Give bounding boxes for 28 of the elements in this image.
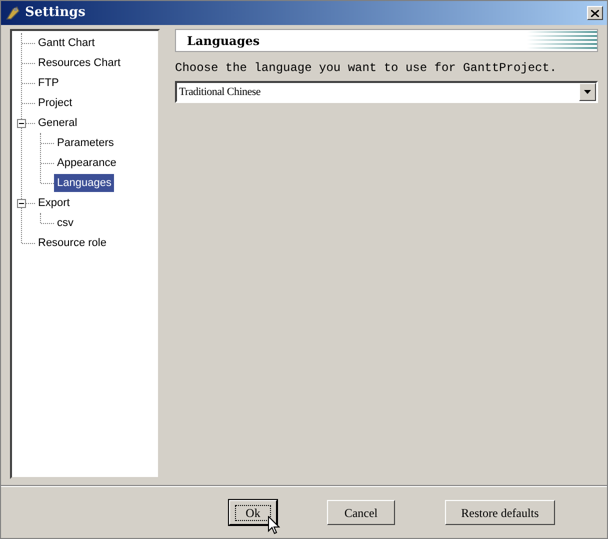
tree-item[interactable]: Export	[35, 194, 73, 212]
stripes-icon	[527, 30, 597, 51]
tree-item[interactable]: Appearance	[54, 154, 120, 172]
tree-item[interactable]: General	[35, 114, 80, 132]
tree-item[interactable]: csv	[54, 214, 76, 232]
dialog-button[interactable]: Restore defaults	[445, 500, 555, 525]
dialog-button[interactable]: Cancel	[327, 500, 395, 525]
caret-icon	[584, 90, 591, 94]
tree-item[interactable]: Languages	[54, 174, 114, 192]
panel-title: Languages	[187, 32, 260, 50]
tree-item[interactable]: Gantt Chart	[35, 34, 98, 52]
tree-item[interactable]: Resource role	[35, 234, 110, 252]
close-icon	[591, 10, 599, 16]
app-icon	[5, 5, 21, 21]
dropdown-button[interactable]	[579, 83, 596, 101]
tree-item[interactable]: Project	[35, 94, 76, 112]
collapse-icon[interactable]	[17, 199, 26, 208]
language-select[interactable]: Traditional Chinese	[175, 81, 598, 103]
dialog-button[interactable]: Ok	[229, 500, 277, 525]
close-button[interactable]	[587, 6, 603, 20]
select-value: Traditional Chinese	[178, 84, 262, 100]
tree-item[interactable]: Resources Chart	[35, 54, 124, 72]
tree-item[interactable]: Parameters	[54, 134, 117, 152]
collapse-icon[interactable]	[17, 119, 26, 128]
prompt-text: Choose the language you want to use for GanttProject.	[175, 60, 558, 77]
window-title: Settings	[25, 4, 86, 22]
cursor-icon	[268, 516, 280, 535]
tree-item[interactable]: FTP	[35, 74, 62, 92]
